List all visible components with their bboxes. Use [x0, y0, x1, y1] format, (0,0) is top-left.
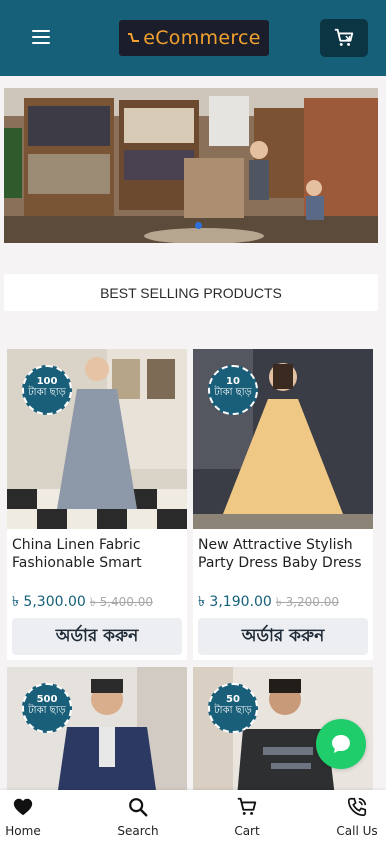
- product-price: ৳ 3,190.00 ৳ 3,200.00: [198, 590, 339, 614]
- product-card[interactable]: 100 টাকা ছাড় China Linen Fabric Fashion…: [7, 349, 187, 660]
- nav-search[interactable]: Search: [103, 794, 173, 838]
- search-icon: [129, 798, 148, 817]
- product-card[interactable]: 500 টাকা ছাড়: [7, 667, 187, 797]
- section-title: BEST SELLING PRODUCTS: [4, 274, 378, 311]
- carousel-indicator[interactable]: [195, 222, 202, 229]
- site-logo[interactable]: eCommerce: [119, 20, 269, 56]
- product-card[interactable]: 10 টাকা ছাড় New Attractive Stylish Part…: [193, 349, 373, 660]
- order-button[interactable]: অর্ডার করুন: [12, 618, 182, 655]
- discount-badge: 50 টাকা ছাড়: [208, 683, 258, 733]
- top-header: eCommerce: [0, 0, 386, 76]
- cart-icon: [334, 28, 354, 46]
- logo-text: eCommerce: [143, 27, 261, 49]
- discount-badge: 10 টাকা ছাড়: [208, 365, 258, 415]
- cart-icon: [237, 797, 257, 815]
- product-title[interactable]: China Linen Fabric Fashionable Smart Loo…: [12, 536, 182, 574]
- phone-icon: [347, 797, 367, 817]
- logo-cart-icon: [128, 33, 140, 42]
- chat-button[interactable]: [316, 719, 366, 769]
- old-price: ৳ 5,400.00: [89, 595, 154, 609]
- nav-call-label: Call Us: [336, 824, 378, 838]
- hero-banner[interactable]: [4, 88, 378, 243]
- bottom-navigation: Home Search Cart Call Us: [0, 790, 386, 845]
- hamburger-menu-icon[interactable]: [32, 30, 50, 46]
- nav-home-label: Home: [5, 824, 41, 838]
- nav-call[interactable]: Call Us: [322, 794, 386, 838]
- current-price: ৳ 3,190.00: [198, 594, 272, 610]
- order-button[interactable]: অর্ডার করুন: [198, 618, 368, 655]
- current-price: ৳ 5,300.00: [12, 594, 86, 610]
- old-price: ৳ 3,200.00: [275, 595, 340, 609]
- product-price: ৳ 5,300.00 ৳ 5,400.00: [12, 590, 153, 614]
- nav-home[interactable]: Home: [0, 794, 58, 838]
- nav-search-label: Search: [117, 824, 159, 838]
- home-icon: [13, 798, 33, 816]
- nav-cart[interactable]: Cart: [212, 794, 282, 838]
- banner-image: [4, 88, 378, 243]
- nav-cart-label: Cart: [234, 824, 260, 838]
- chat-bubble-icon: [332, 735, 350, 753]
- discount-badge: 100 টাকা ছাড়: [22, 365, 72, 415]
- discount-badge: 500 টাকা ছাড়: [22, 683, 72, 733]
- header-cart-button[interactable]: [320, 19, 368, 57]
- product-title[interactable]: New Attractive Stylish Party Dress Baby …: [198, 536, 368, 574]
